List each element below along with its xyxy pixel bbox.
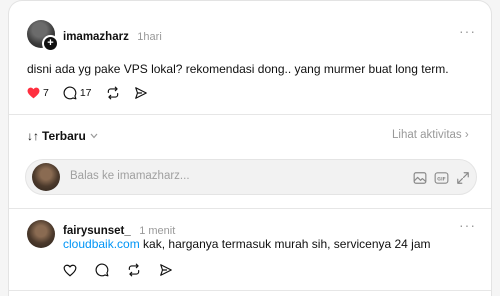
- reply-text: cloudbaik.com kak, harganya termasuk mur…: [63, 237, 431, 251]
- image-icon[interactable]: [413, 171, 427, 185]
- comment-icon: [95, 263, 109, 277]
- reply-more-icon[interactable]: ···: [459, 217, 476, 233]
- reply-comment-button[interactable]: [95, 263, 109, 277]
- repost-icon: [128, 263, 140, 277]
- post-actions: 7 17: [27, 86, 162, 100]
- reply-like-button[interactable]: [63, 264, 77, 277]
- comment-icon: [63, 86, 77, 100]
- reply-repost-button[interactable]: [127, 263, 141, 277]
- chevron-down-icon: [90, 133, 98, 139]
- send-icon: [160, 264, 172, 276]
- send-icon: [134, 87, 147, 99]
- divider: [9, 114, 491, 115]
- share-button[interactable]: [134, 86, 148, 100]
- divider: [9, 208, 491, 209]
- reply-input[interactable]: Balas ke imamazharz... GIF: [25, 159, 477, 195]
- sort-label: Terbaru: [42, 129, 86, 143]
- comment-button[interactable]: 17: [63, 86, 92, 100]
- expand-icon[interactable]: [456, 171, 470, 185]
- like-count: 7: [43, 87, 49, 99]
- follow-plus-icon[interactable]: +: [42, 35, 59, 52]
- post-more-icon[interactable]: ···: [459, 23, 476, 39]
- gif-icon[interactable]: GIF: [434, 171, 449, 185]
- post-header: imamazharz 1hari: [63, 27, 162, 45]
- svg-text:GIF: GIF: [437, 176, 446, 182]
- thread-card: + imamazharz 1hari ··· disni ada yg pake…: [8, 0, 492, 296]
- sort-dropdown[interactable]: ↓↑ Terbaru: [27, 129, 98, 143]
- post-text: disni ada yg pake VPS lokal? rekomendasi…: [27, 62, 449, 76]
- view-activity-link[interactable]: Lihat aktivitas ›: [392, 129, 469, 141]
- sort-arrows-icon: ↓↑: [27, 129, 39, 143]
- post-time: 1hari: [137, 31, 162, 43]
- reply-link[interactable]: cloudbaik.com: [63, 237, 140, 251]
- reply-author-avatar[interactable]: [27, 220, 55, 248]
- comment-count: 17: [79, 87, 92, 99]
- reply-time: 1 menit: [139, 225, 176, 237]
- repost-icon: [107, 86, 118, 100]
- post-username[interactable]: imamazharz: [63, 31, 129, 43]
- reply-placeholder: Balas ke imamazharz...: [70, 170, 190, 182]
- reply-body: kak, harganya termasuk murah sih, servic…: [139, 237, 431, 251]
- divider: [9, 290, 491, 291]
- like-button[interactable]: 7: [27, 87, 49, 99]
- heart-filled-icon: [27, 87, 40, 99]
- reply-username[interactable]: fairysunset_: [63, 225, 131, 237]
- reply-share-button[interactable]: [159, 263, 173, 277]
- reply-actions: [63, 263, 187, 277]
- repost-button[interactable]: [106, 86, 120, 100]
- heart-outline-icon: [63, 264, 77, 276]
- current-user-avatar: [32, 163, 60, 191]
